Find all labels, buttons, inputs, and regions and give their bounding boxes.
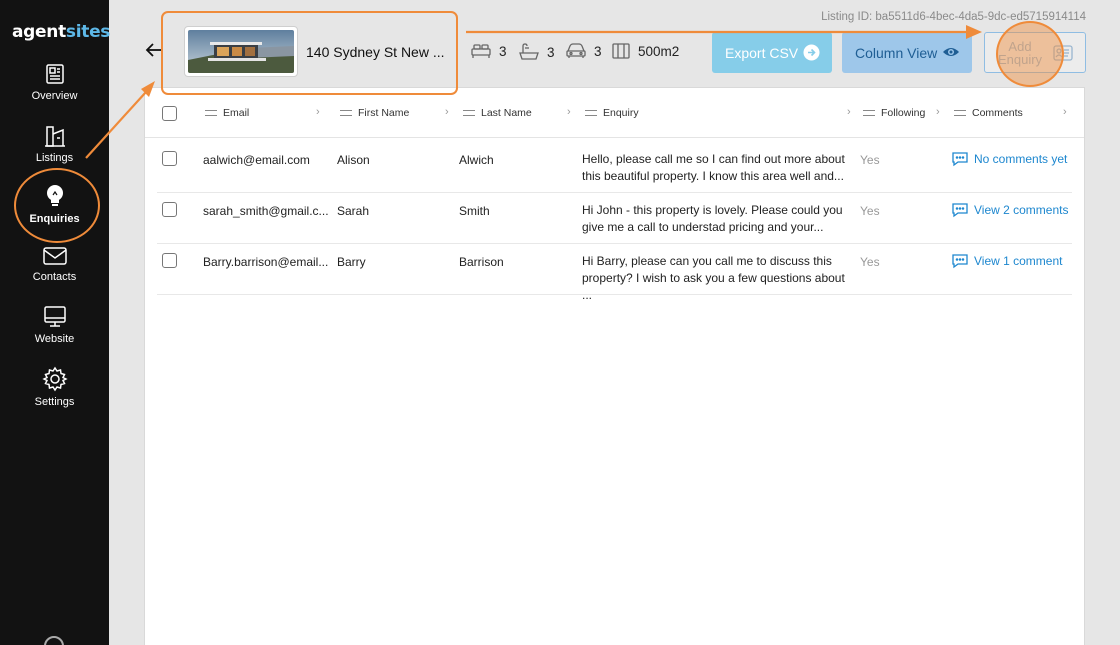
area-value: 500m2 bbox=[638, 43, 680, 59]
cell-last-name: Alwich bbox=[459, 153, 494, 167]
column-header-first-name[interactable]: First Name bbox=[340, 107, 409, 119]
car-spaces-feature: 3 bbox=[566, 43, 602, 59]
column-header-following[interactable]: Following bbox=[863, 107, 925, 119]
column-header-enquiry[interactable]: Enquiry bbox=[585, 107, 639, 119]
car-icon bbox=[566, 43, 586, 58]
comments-link[interactable]: View 2 comments bbox=[951, 202, 1068, 218]
cell-enquiry: Hi Barry, please can you call me to disc… bbox=[582, 254, 845, 302]
sidebar-item-label: Listings bbox=[35, 152, 74, 164]
cell-enquiry: Hi John - this property is lovely. Pleas… bbox=[582, 203, 843, 234]
listing-id: Listing ID: ba5511d6-4bec-4da5-9dc-ed571… bbox=[821, 11, 1086, 23]
bathrooms-feature: 3 bbox=[519, 43, 555, 61]
export-csv-label: Export CSV bbox=[725, 44, 799, 61]
comments-link[interactable]: No comments yet bbox=[951, 151, 1067, 167]
table-row[interactable]: aalwich@email.com Alison Alwich Hello, p… bbox=[157, 142, 1072, 193]
cell-following: Yes bbox=[860, 204, 880, 218]
brand-logo[interactable]: agentsites bbox=[12, 22, 110, 42]
area-feature: 500m2 bbox=[612, 43, 679, 59]
row-checkbox[interactable] bbox=[162, 151, 177, 166]
cell-enquiry: Hello, please call me so I can find out … bbox=[582, 152, 845, 183]
row-checkbox[interactable] bbox=[162, 253, 177, 268]
cell-first-name: Barry bbox=[337, 255, 366, 269]
arrow-right-circle-icon bbox=[803, 44, 820, 61]
bathrooms-count: 3 bbox=[547, 44, 555, 60]
chevron-right-icon[interactable]: › bbox=[445, 106, 449, 122]
cell-email: aalwich@email.com bbox=[203, 153, 310, 167]
sidebar: agentsites Overview Listings Enquiries C… bbox=[0, 0, 110, 645]
drag-handle-icon[interactable] bbox=[863, 110, 875, 116]
cell-first-name: Sarah bbox=[337, 204, 370, 218]
cell-email: Barry.barrison@email... bbox=[203, 255, 329, 269]
eye-icon bbox=[943, 48, 959, 56]
export-csv-button[interactable]: Export CSV bbox=[712, 32, 832, 73]
sidebar-item-overview[interactable]: Overview bbox=[0, 62, 109, 118]
chevron-right-icon[interactable]: › bbox=[567, 106, 571, 122]
table-header: Email › First Name › Last Name › Enquiry… bbox=[145, 88, 1084, 138]
sidebar-item-label: Settings bbox=[34, 396, 75, 408]
bath-icon bbox=[519, 43, 539, 60]
monitor-icon bbox=[43, 306, 66, 327]
enquiries-highlight-annotation bbox=[14, 168, 100, 243]
cell-email: sarah_smith@gmail.c... bbox=[203, 204, 329, 218]
column-view-label: Column View bbox=[855, 44, 938, 61]
comments-link[interactable]: View 1 comment bbox=[951, 253, 1062, 269]
comment-bubble-icon bbox=[952, 254, 968, 269]
drag-handle-icon[interactable] bbox=[463, 110, 475, 116]
column-view-button[interactable]: Column View bbox=[842, 32, 972, 73]
sidebar-item-label: Overview bbox=[31, 90, 78, 102]
comment-bubble-icon bbox=[952, 152, 968, 167]
select-all-checkbox[interactable] bbox=[162, 106, 177, 121]
cell-following: Yes bbox=[860, 153, 880, 167]
overview-icon bbox=[45, 64, 64, 84]
cell-last-name: Smith bbox=[459, 204, 490, 218]
help-icon[interactable] bbox=[44, 636, 64, 645]
property-highlight-annotation bbox=[161, 11, 458, 95]
row-checkbox[interactable] bbox=[162, 202, 177, 217]
bedrooms-count: 3 bbox=[499, 43, 507, 59]
sidebar-item-contacts[interactable]: Contacts bbox=[0, 245, 109, 301]
chevron-right-icon[interactable]: › bbox=[936, 106, 940, 122]
cell-first-name: Alison bbox=[337, 153, 370, 167]
drag-handle-icon[interactable] bbox=[340, 110, 352, 116]
add-enquiry-highlight-annotation bbox=[996, 21, 1064, 87]
table-row[interactable]: sarah_smith@gmail.c... Sarah Smith Hi Jo… bbox=[157, 193, 1072, 244]
sidebar-item-label: Contacts bbox=[32, 271, 77, 283]
bed-icon bbox=[471, 44, 491, 58]
column-header-email[interactable]: Email bbox=[205, 107, 249, 119]
sidebar-item-label: Website bbox=[34, 333, 75, 345]
drag-handle-icon[interactable] bbox=[205, 110, 217, 116]
drag-handle-icon[interactable] bbox=[954, 110, 966, 116]
gear-icon bbox=[41, 366, 68, 392]
area-icon bbox=[612, 43, 630, 59]
bedrooms-feature: 3 bbox=[471, 43, 507, 59]
sidebar-item-settings[interactable]: Settings bbox=[0, 366, 109, 422]
chevron-right-icon[interactable]: › bbox=[847, 106, 851, 122]
chevron-right-icon[interactable]: › bbox=[316, 106, 320, 122]
listings-icon bbox=[44, 126, 65, 147]
column-header-comments[interactable]: Comments bbox=[954, 107, 1023, 119]
sidebar-item-website[interactable]: Website bbox=[0, 305, 109, 361]
chevron-right-icon[interactable]: › bbox=[1063, 106, 1067, 122]
enquiries-table: Email › First Name › Last Name › Enquiry… bbox=[144, 87, 1085, 645]
cell-following: Yes bbox=[860, 255, 880, 269]
comment-bubble-icon bbox=[952, 203, 968, 218]
column-header-last-name[interactable]: Last Name bbox=[463, 107, 532, 119]
table-row[interactable]: Barry.barrison@email... Barry Barrison H… bbox=[157, 244, 1072, 302]
envelope-icon bbox=[42, 247, 67, 265]
drag-handle-icon[interactable] bbox=[585, 110, 597, 116]
cell-last-name: Barrison bbox=[459, 255, 504, 269]
car-spaces-count: 3 bbox=[594, 43, 602, 59]
